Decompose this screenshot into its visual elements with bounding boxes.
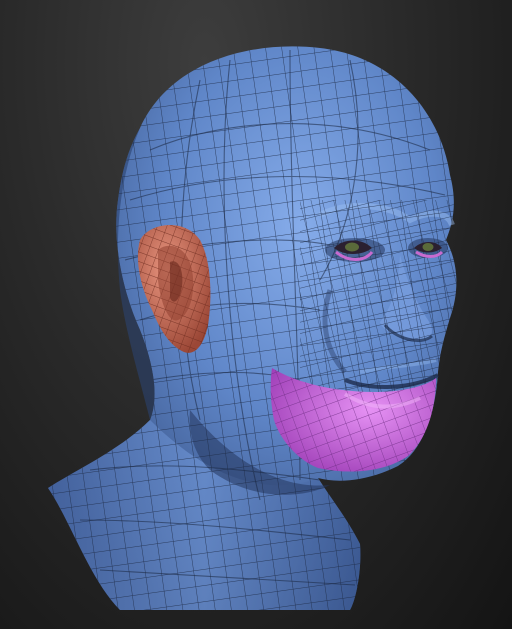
wireframe-overlay (48, 46, 457, 610)
3d-viewport[interactable] (0, 0, 512, 629)
head-model-render (48, 46, 457, 610)
